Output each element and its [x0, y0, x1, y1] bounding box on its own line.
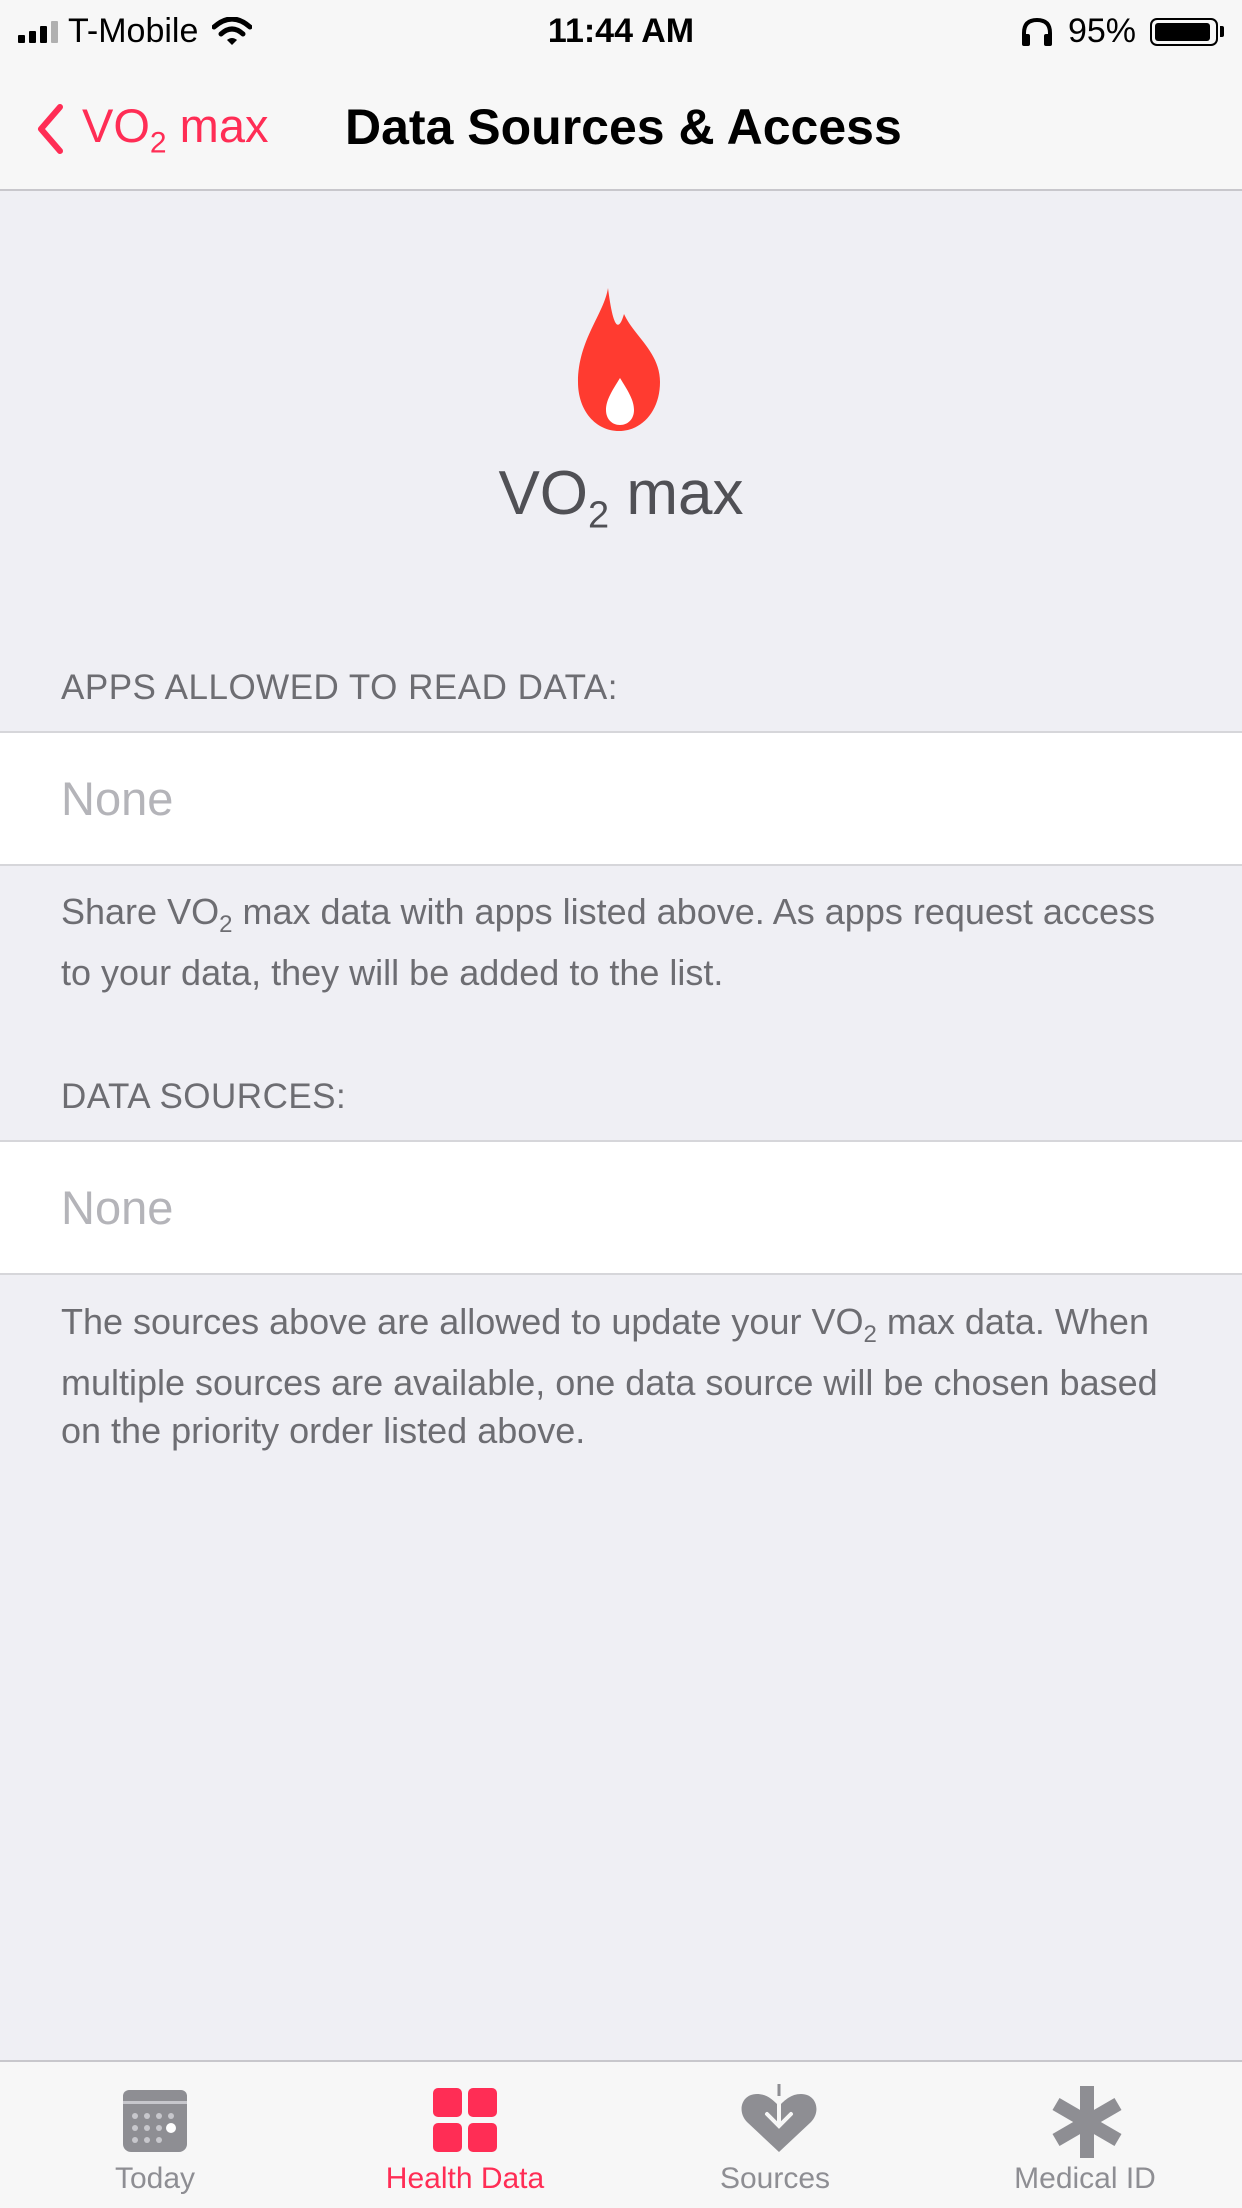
- read-access-cell: None: [0, 731, 1242, 866]
- tab-medical-id[interactable]: Medical ID: [930, 2062, 1240, 2208]
- hero-title: VO2 max: [498, 459, 744, 537]
- status-bar: T-Mobile 11:44 AM 95%: [0, 0, 1242, 60]
- tab-health-data-label: Health Data: [385, 2162, 545, 2195]
- navigation-bar: VO2 max Data Sources & Access: [0, 60, 1242, 191]
- data-sources-cell: None: [0, 1140, 1242, 1275]
- grid-icon: [433, 2088, 497, 2152]
- calendar-icon: [123, 2090, 187, 2152]
- flame-icon: [578, 288, 660, 431]
- tab-today-label: Today: [114, 2162, 196, 2195]
- heart-download-icon: [741, 2084, 817, 2152]
- tab-sources[interactable]: Sources: [620, 2062, 930, 2208]
- tab-sources-label: Sources: [719, 2162, 831, 2195]
- asterisk-icon: [1052, 2086, 1122, 2158]
- status-right: 95%: [1020, 12, 1224, 51]
- section-header-data-sources: DATA SOURCES:: [61, 1077, 347, 1116]
- read-access-footer: Share VO2 max data with apps listed abov…: [61, 891, 1155, 994]
- tab-medical-id-label: Medical ID: [1014, 2162, 1156, 2195]
- section-header-read-access: APPS ALLOWED TO READ DATA:: [61, 668, 618, 707]
- page-title: Data Sources & Access: [345, 99, 902, 155]
- back-button-label: VO2 max: [82, 99, 269, 160]
- data-sources-footer: The sources above are allowed to update …: [61, 1301, 1158, 1452]
- back-button[interactable]: VO2 max: [36, 98, 268, 160]
- battery-percent: 95%: [1067, 12, 1136, 50]
- headphones-icon: [1021, 17, 1052, 46]
- chevron-left-icon: [38, 104, 63, 155]
- tab-today[interactable]: Today: [0, 2062, 310, 2208]
- battery-icon: [1150, 17, 1224, 46]
- tab-health-data[interactable]: Health Data: [310, 2062, 620, 2208]
- data-sources-value: None: [61, 1181, 174, 1234]
- read-access-value: None: [61, 772, 174, 825]
- tab-bar: Today Health Data Sources Medical ID: [0, 2060, 1242, 2208]
